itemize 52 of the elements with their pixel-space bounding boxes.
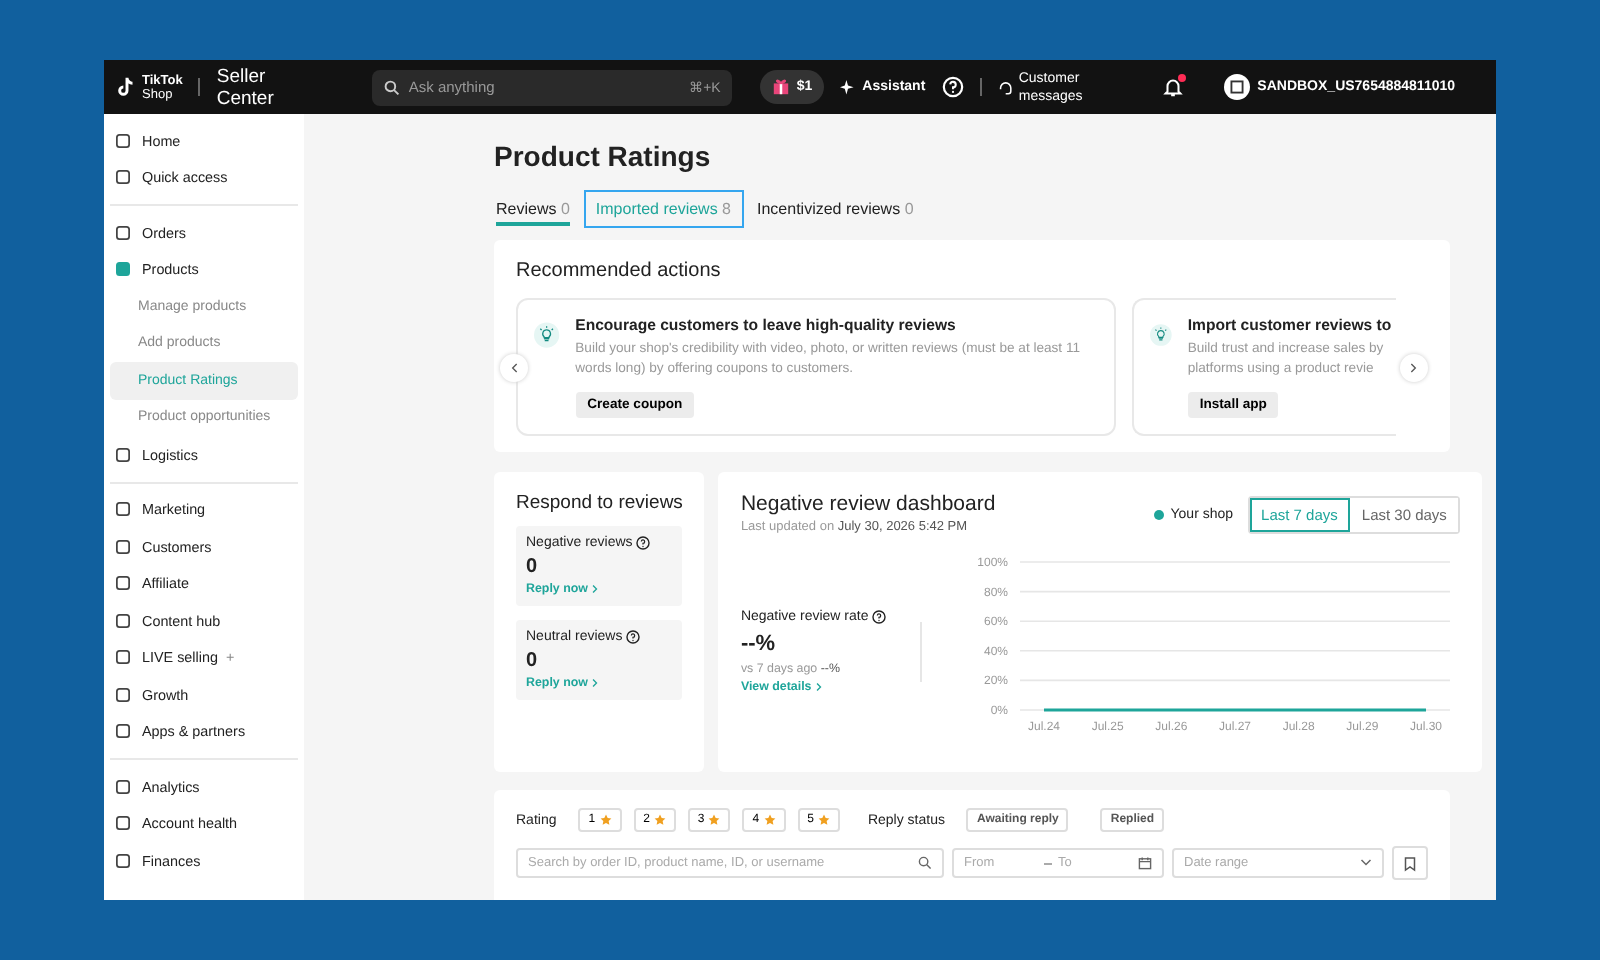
search-icon [918,856,932,870]
star-icon [653,814,666,826]
help-icon[interactable] [636,536,651,550]
star-icon [817,814,830,826]
chevron-right-icon [591,584,598,594]
square-icon [116,170,130,185]
page-title: Product Ratings [494,140,713,172]
music-note-icon [116,76,138,98]
dash-icon [1044,861,1052,865]
card-title: Respond to reviews [516,492,683,514]
help-icon[interactable] [626,630,641,644]
square-icon [116,650,130,665]
square-icon [116,816,130,831]
calendar-icon [1138,856,1152,870]
square-icon [116,447,130,462]
tab[interactable]: Incentivized reviews 0 [755,190,916,228]
star-icon [599,814,612,826]
search-icon [384,79,401,95]
notifications-button[interactable] [1161,76,1184,98]
square-icon [116,502,130,517]
square-icon [116,853,130,868]
bookmark-button[interactable] [1392,846,1428,880]
square-icon [116,539,130,554]
bell-icon [1161,76,1184,98]
square-icon [116,576,130,591]
square-icon [116,133,130,148]
star-icon [763,814,776,826]
chevron-down-icon [1360,858,1372,868]
card-title: Negative review dashboard [740,492,996,516]
product-name: Seller Center [216,65,276,109]
chevron-left-icon [510,362,518,374]
store-avatar-icon[interactable] [1223,74,1250,100]
lightbulb-icon [534,316,560,354]
help-icon[interactable] [872,609,887,623]
stat-value: 0 [526,650,540,672]
tab[interactable]: Reviews 0 [494,190,572,228]
metric-value: --% [740,631,778,655]
chevron-right-icon [1410,362,1418,374]
bookmark-icon [1404,855,1416,871]
square-icon [116,779,130,794]
chevron-right-icon [591,678,598,688]
square-icon [116,724,130,739]
chevron-right-icon [815,681,822,691]
card-title: Recommended actions [516,260,723,282]
sparkle-icon [840,79,857,95]
square-icon [116,225,130,240]
square-icon [116,262,130,277]
star-icon [708,814,721,826]
stat-value: 0 [526,556,540,578]
square-icon [116,613,130,628]
gift-icon [772,78,791,96]
square-icon [116,687,130,702]
